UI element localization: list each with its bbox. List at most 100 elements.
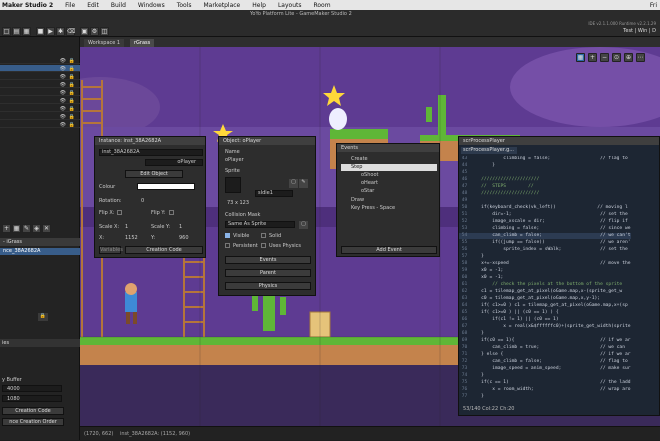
- menu-help[interactable]: Help: [252, 2, 266, 9]
- lock-icon[interactable]: 🔒: [69, 90, 75, 96]
- scale-y-value[interactable]: 1: [179, 224, 182, 230]
- code-line[interactable]: 48 /////////////////////: [459, 191, 539, 197]
- menu-tools[interactable]: Tools: [177, 2, 192, 9]
- settings-icon[interactable]: ⚙: [90, 27, 99, 36]
- code-line[interactable]: 59 x0 = -1;: [459, 268, 504, 274]
- lock-icon[interactable]: 🔒: [69, 106, 75, 112]
- layer-row[interactable]: 👁 🔒: [0, 105, 80, 112]
- x-value[interactable]: 1152: [125, 235, 138, 241]
- target-selector[interactable]: Test | Win | D: [623, 28, 656, 34]
- eye-icon[interactable]: 👁: [60, 90, 66, 96]
- sprite-thumbnail[interactable]: [225, 177, 241, 193]
- code-line[interactable]: 51 dir=-1; // set the: [459, 212, 628, 218]
- layer-row[interactable]: 👁 🔒: [0, 121, 80, 128]
- collision-edit-icon[interactable]: ▢: [299, 221, 308, 229]
- code-line[interactable]: 53 climbing = false; // since we: [459, 226, 631, 232]
- physics-button[interactable]: Physics: [225, 282, 311, 290]
- tab-rgrass[interactable]: rGrass: [130, 39, 155, 47]
- object-window-title[interactable]: Object: oPlayer: [219, 137, 315, 145]
- code-line[interactable]: 74 }: [459, 373, 484, 379]
- path-layer-icon[interactable]: ✎: [22, 224, 31, 233]
- creation-order-button[interactable]: nce Creation Order: [2, 418, 64, 426]
- menu-build[interactable]: Build: [111, 2, 126, 9]
- layer-row[interactable]: 👁 🔒: [0, 73, 80, 80]
- events-window-title[interactable]: Events: [337, 144, 439, 152]
- flip-x-checkbox[interactable]: [117, 210, 122, 215]
- event-item[interactable]: Step: [341, 164, 437, 171]
- sprite-edit-icon[interactable]: ▢: [289, 179, 298, 188]
- code-line[interactable]: 62 c1 = tilemap_get_at_pixel(oGame.map,x…: [459, 289, 622, 295]
- code-line[interactable]: 76 x = room_width; // wrap aro: [459, 387, 631, 393]
- debug-icon[interactable]: ✱: [56, 27, 65, 36]
- more-icon[interactable]: ⋯: [636, 53, 645, 62]
- menu-layouts[interactable]: Layouts: [278, 2, 302, 9]
- lock-icon[interactable]: 🔒: [69, 98, 75, 104]
- code-line[interactable]: 69 if(c0 == 1){ // if we ar: [459, 338, 631, 344]
- instance-window-title[interactable]: Instance: inst_38A2682A: [95, 137, 205, 145]
- buffer-field[interactable]: 4000: [2, 385, 62, 392]
- lock-icon[interactable]: 🔒: [69, 66, 75, 72]
- code-line[interactable]: 55 if((jump == false)) // we aren': [459, 240, 631, 246]
- object-field[interactable]: oPlayer: [145, 159, 203, 166]
- lock-icon[interactable]: 🔒: [69, 122, 75, 128]
- zoom-fit-icon[interactable]: ⊕: [624, 53, 633, 62]
- eye-icon[interactable]: 👁: [60, 66, 66, 72]
- persistent-checkbox[interactable]: [225, 243, 230, 248]
- add-event-button[interactable]: Add Event: [341, 246, 437, 254]
- y-value[interactable]: 960: [179, 235, 189, 241]
- layer-row[interactable]: 👁 🔒: [0, 65, 80, 72]
- asset-layer-icon[interactable]: ◈: [32, 224, 41, 233]
- collision-mask-field[interactable]: Same As Sprite: [225, 221, 295, 228]
- eye-icon[interactable]: 👁: [60, 74, 66, 80]
- lock-icon[interactable]: 🔒: [38, 313, 48, 321]
- clean-icon[interactable]: ⌫: [66, 27, 75, 36]
- code-line[interactable]: 47 // STEPS //: [459, 184, 534, 190]
- creation-code-button[interactable]: Creation Code: [2, 407, 64, 415]
- code-line[interactable]: 50 if(keyboard_check(vk_left)) // moving…: [459, 205, 628, 211]
- lock-icon[interactable]: 🔒: [69, 74, 75, 80]
- buffer-field-2[interactable]: 1080: [2, 395, 62, 402]
- code-line[interactable]: 56 sprite_index = sWalk; // set the: [459, 247, 628, 253]
- eye-icon[interactable]: 👁: [60, 114, 66, 120]
- new-project-icon[interactable]: □: [2, 27, 11, 36]
- delete-layer-icon[interactable]: ✕: [42, 224, 51, 233]
- layer-row[interactable]: 👁 🔒: [0, 89, 80, 96]
- instance-name-field[interactable]: inst_38A2682A: [99, 149, 203, 156]
- code-line[interactable]: 52 image_xscale = dir; // flip if: [459, 219, 628, 225]
- grid-icon[interactable]: ▦: [576, 53, 585, 62]
- event-item[interactable]: oStar: [341, 188, 437, 195]
- colour-swatch[interactable]: [137, 183, 195, 190]
- variables-button[interactable]: Variables: [99, 246, 123, 254]
- flip-y-checkbox[interactable]: [169, 210, 174, 215]
- parent-button[interactable]: Parent: [225, 269, 311, 277]
- eye-icon[interactable]: 👁: [60, 82, 66, 88]
- event-item[interactable]: oHeart: [341, 180, 437, 187]
- code-line[interactable]: 54 can_climb = false; // we can't: [459, 233, 631, 239]
- lock-icon[interactable]: 🔒: [69, 58, 75, 64]
- code-line[interactable]: 72 can_climb = false; // flag to: [459, 359, 628, 365]
- solid-checkbox[interactable]: [261, 233, 266, 238]
- code-editor[interactable]: 43 climbing = false; // flag to 44 } 45 …: [459, 156, 660, 406]
- lock-icon[interactable]: 🔒: [69, 82, 75, 88]
- code-window-title[interactable]: scrProcessPlayer: [459, 137, 659, 145]
- code-line[interactable]: 75 if(c == 1) // the ladd: [459, 380, 631, 386]
- layout-icon[interactable]: ◫: [100, 27, 109, 36]
- event-item[interactable]: Draw: [341, 197, 437, 204]
- tab-workspace[interactable]: Workspace 1: [84, 39, 125, 47]
- code-line[interactable]: 73 image_speed = anim_speed; // make sur: [459, 366, 631, 372]
- eye-icon[interactable]: 👁: [60, 122, 66, 128]
- sprite-field[interactable]: sIdle1: [255, 190, 293, 197]
- instance-creation-code-button[interactable]: Creation Code: [125, 246, 203, 254]
- edit-object-button[interactable]: Edit Object: [125, 170, 183, 178]
- code-line[interactable]: 71 } else { // if we ar: [459, 352, 631, 358]
- layer-row[interactable]: 👁 🔒: [0, 97, 80, 104]
- code-line[interactable]: 63 c0 = tilemap_get_at_pixel(oGame.map,x…: [459, 296, 600, 302]
- sprite-pencil-icon[interactable]: ✎: [299, 179, 308, 188]
- code-line[interactable]: 64 if( c1>=0 ) c1 = tilemap_get_at_pixel…: [459, 303, 628, 309]
- layer-row[interactable]: 👁 🔒: [0, 81, 80, 88]
- object-name-value[interactable]: oPlayer: [225, 157, 244, 163]
- instance-row[interactable]: nce_38A2682A: [0, 248, 80, 255]
- code-line[interactable]: 61 // check the pixels at the bottom of …: [459, 282, 622, 288]
- code-line[interactable]: 49: [459, 198, 470, 204]
- code-line[interactable]: 67 x = real(x&$ffffffc0)+(sprite_get_wid…: [459, 324, 631, 330]
